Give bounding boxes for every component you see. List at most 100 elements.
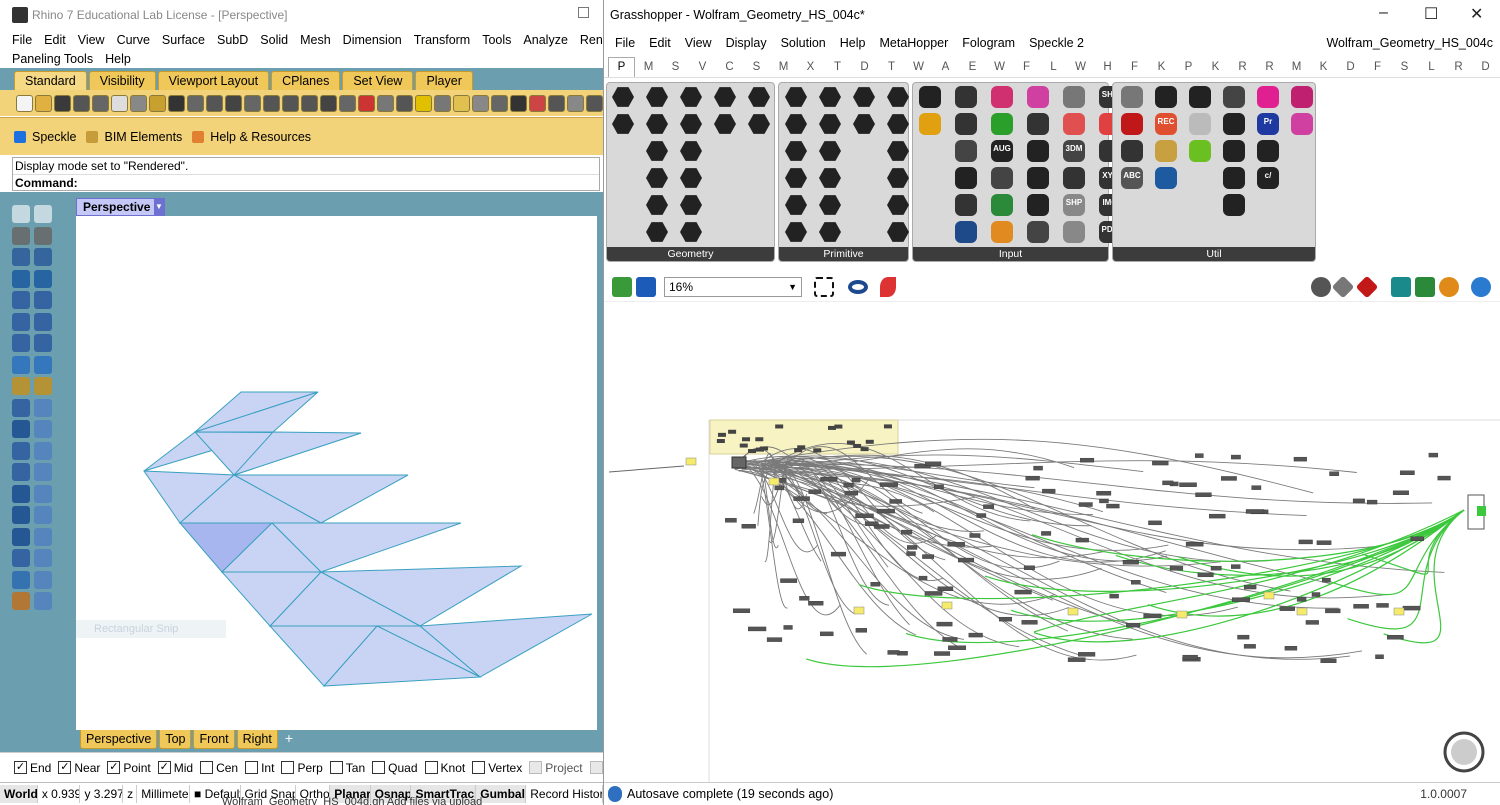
p0-component-1-1-icon[interactable] [612, 87, 634, 107]
p2-component-5-2-icon[interactable] [1063, 113, 1085, 135]
p2-component-2-5-icon[interactable] [955, 194, 977, 216]
p3-component-2-1-icon[interactable] [1155, 86, 1177, 108]
osnap-checkbox[interactable] [472, 761, 486, 774]
standard-tool-11-icon[interactable] [206, 94, 223, 112]
gh-component[interactable] [1311, 592, 1321, 597]
gh-component[interactable] [1075, 537, 1089, 543]
p3-component-4-2-icon[interactable] [1223, 113, 1245, 135]
left-tool-9-icon[interactable] [12, 291, 30, 309]
osnap-project[interactable]: Project [529, 761, 583, 775]
gh-component[interactable] [783, 625, 793, 630]
gh-component[interactable] [1209, 513, 1226, 519]
p2-component-5-4-icon[interactable] [1063, 167, 1085, 189]
osnap-checkbox[interactable] [200, 761, 214, 774]
standard-tool-9-icon[interactable] [168, 94, 185, 112]
gh-menu-view[interactable]: View [678, 36, 719, 50]
gh-component[interactable] [792, 518, 805, 523]
standard-tool-3-icon[interactable] [54, 94, 71, 112]
gh-component[interactable] [1325, 608, 1341, 614]
standard-tool-6-icon[interactable] [111, 94, 128, 112]
status-millimeter[interactable]: Millimeter [137, 785, 191, 803]
gh-component[interactable] [1245, 509, 1265, 514]
menu-mesh[interactable]: Mesh [294, 33, 337, 47]
gh-component[interactable] [1078, 502, 1093, 507]
gh-component[interactable] [1284, 645, 1298, 651]
gh-component[interactable] [1320, 658, 1337, 663]
toolbar-tab-cplanes[interactable]: CPlanes [271, 71, 341, 90]
p3-component-5-3-icon[interactable] [1257, 140, 1279, 162]
gh-component[interactable] [716, 439, 725, 444]
p1-component-1-3-icon[interactable] [785, 141, 807, 161]
toolbar-tab-standard[interactable]: Standard [14, 71, 87, 90]
gh-component[interactable] [1021, 620, 1038, 625]
osnap-end[interactable]: ✓ End [14, 761, 51, 775]
document-preview-icon[interactable] [1391, 276, 1411, 297]
gh-component[interactable] [1148, 520, 1162, 526]
p0-component-1-2-icon[interactable] [612, 114, 634, 134]
gh-component[interactable] [1375, 654, 1384, 659]
perspective-viewport[interactable] [76, 216, 597, 730]
p3-component-1-4-icon[interactable]: ABC [1121, 167, 1143, 189]
left-tool-1-icon[interactable] [12, 205, 30, 223]
osnap-checkbox[interactable] [245, 761, 259, 774]
gh-component[interactable] [883, 424, 892, 429]
left-tool-33-icon[interactable] [12, 549, 30, 567]
osnap-checkbox[interactable]: ✓ [58, 761, 72, 774]
p2-component-3-4-icon[interactable] [991, 167, 1013, 189]
menu-dimension[interactable]: Dimension [337, 33, 408, 47]
gh-menu-edit[interactable]: Edit [642, 36, 678, 50]
gh-component[interactable] [742, 437, 751, 442]
p0-component-2-5-icon[interactable] [646, 195, 668, 215]
osnap-di[interactable]: Di [589, 761, 603, 775]
p2-component-4-5-icon[interactable] [1027, 194, 1049, 216]
left-tool-34-icon[interactable] [34, 549, 52, 567]
gh-component[interactable] [936, 621, 953, 627]
left-tool-11-icon[interactable] [12, 312, 30, 331]
panel-param[interactable] [1296, 607, 1308, 616]
p0-component-3-2-icon[interactable] [680, 114, 702, 134]
gh-component[interactable] [948, 645, 967, 650]
p1-component-1-1-icon[interactable] [785, 87, 807, 107]
p1-component-4-2-icon[interactable] [887, 114, 909, 134]
left-tool-12-icon[interactable] [34, 312, 52, 331]
gh-component[interactable] [1367, 499, 1378, 505]
display-settings-icon[interactable] [1471, 276, 1491, 297]
menu-surface[interactable]: Surface [156, 33, 211, 47]
p1-component-4-1-icon[interactable] [887, 87, 909, 107]
left-tool-5-icon[interactable] [12, 248, 30, 266]
p2-component-5-1-icon[interactable] [1063, 86, 1085, 108]
p3-component-2-4-icon[interactable] [1155, 167, 1177, 189]
gh-tab-18[interactable]: W [1067, 61, 1094, 73]
gh-canvas[interactable] [604, 302, 1500, 782]
p3-component-6-1-icon[interactable] [1291, 86, 1313, 108]
osnap-checkbox[interactable] [424, 761, 438, 774]
panel-param[interactable] [1393, 607, 1405, 616]
p1-component-2-1-icon[interactable] [819, 87, 841, 107]
gh-component[interactable] [1221, 476, 1237, 481]
gh-menu-fologram[interactable]: Fologram [955, 36, 1022, 50]
gh-menu-solution[interactable]: Solution [774, 36, 833, 50]
gh-tab-20[interactable]: F [1121, 61, 1148, 73]
gh-component[interactable] [1316, 540, 1332, 545]
gh-tab-17[interactable]: L [1040, 61, 1067, 73]
left-tool-14-icon[interactable] [34, 334, 52, 352]
p0-component-5-1-icon[interactable] [748, 87, 770, 107]
left-tool-22-icon[interactable] [34, 420, 52, 438]
p2-component-5-3-icon[interactable]: 3DM [1063, 140, 1085, 162]
gh-component[interactable] [1078, 652, 1096, 657]
p2-component-5-5-icon[interactable]: SHP [1063, 194, 1085, 216]
gh-component[interactable] [876, 508, 895, 514]
gh-component[interactable] [855, 513, 874, 519]
left-tool-21-icon[interactable] [12, 420, 30, 438]
gh-component[interactable] [865, 439, 874, 444]
gh-component[interactable] [793, 496, 810, 501]
left-tool-17-icon[interactable] [12, 377, 30, 395]
gh-component[interactable] [1014, 589, 1032, 595]
gh-component[interactable] [1428, 452, 1439, 458]
osnap-cen[interactable]: Cen [200, 761, 238, 775]
gh-component[interactable] [851, 477, 861, 483]
p1-component-2-5-icon[interactable] [819, 195, 841, 215]
p1-component-3-2-icon[interactable] [853, 114, 875, 134]
menu-analyze[interactable]: Analyze [517, 33, 573, 47]
left-tool-16-icon[interactable] [34, 355, 52, 374]
